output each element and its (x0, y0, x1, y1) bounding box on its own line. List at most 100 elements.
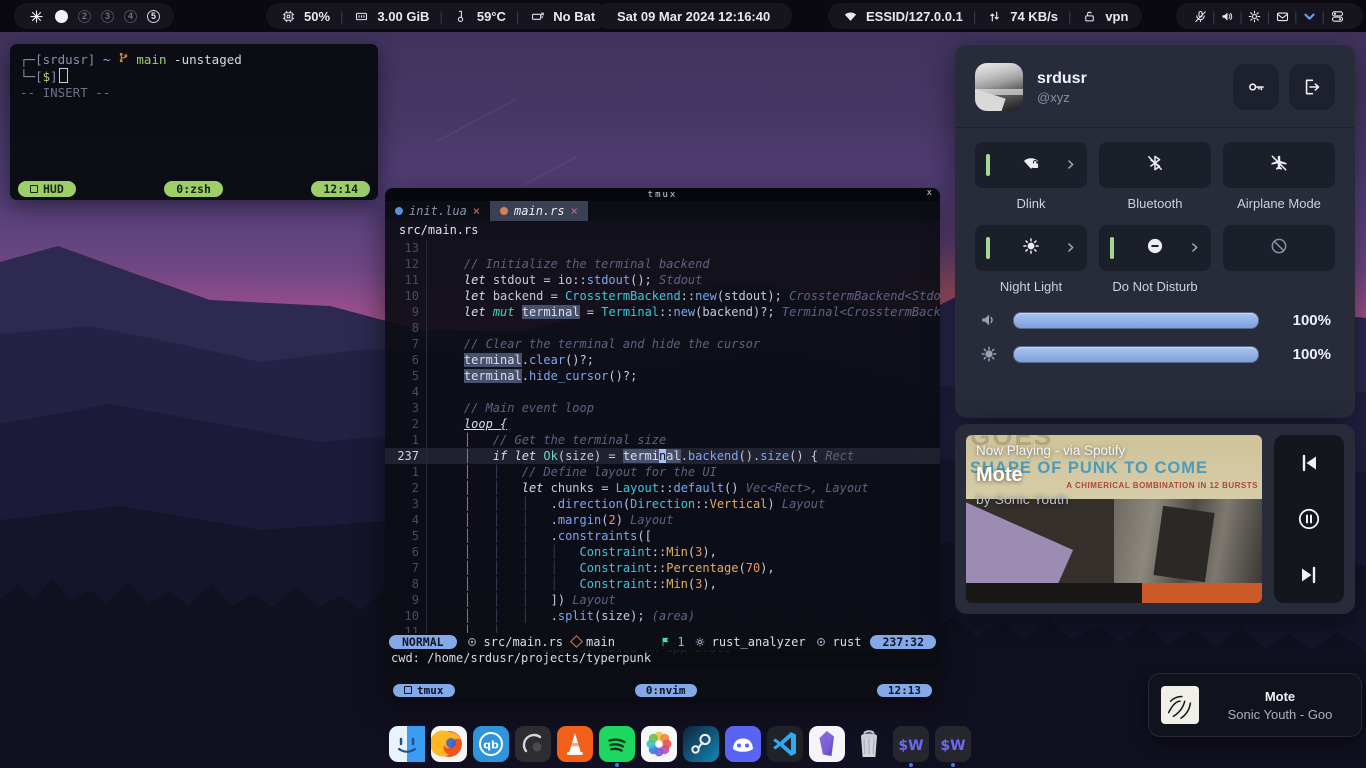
essid: ESSID/127.0.0.1 (866, 9, 963, 24)
clock-island[interactable]: Sat 09 Mar 2024 12:16:40 (595, 3, 792, 29)
dock-item-file-manager[interactable] (389, 726, 425, 762)
album-art[interactable]: GOES SHAPE OF PUNK TO COME A CHIMERICAL … (966, 435, 1262, 603)
tmux-window-zsh[interactable]: 0:zsh (164, 181, 223, 197)
line-number: 10 (385, 608, 427, 624)
night-light-button[interactable] (975, 225, 1087, 271)
cwd-line: cwd: /home/srdusr/projects/typerpunk (385, 650, 940, 666)
previous-track-button[interactable] (1294, 448, 1324, 478)
user-handle: @xyz (1037, 90, 1087, 105)
line-number: 3 (385, 496, 427, 512)
bluetooth-button[interactable] (1099, 142, 1211, 188)
clock: Sat 09 Mar 2024 12:16:40 (617, 9, 770, 24)
dock-item-vlc[interactable] (557, 726, 593, 762)
tab-close-icon[interactable]: × (571, 204, 578, 218)
code-line: 8 (385, 320, 940, 336)
dlink-button[interactable] (975, 142, 1087, 188)
switcher-icon[interactable] (1327, 8, 1349, 24)
running-indicator (615, 763, 619, 767)
chevron-right-icon[interactable] (1064, 158, 1077, 171)
prompt-path: ~ (103, 52, 111, 67)
sun-icon (1021, 236, 1041, 261)
line-number: 237 (385, 448, 427, 464)
dock-item-obsidian[interactable] (809, 726, 845, 762)
dock-item-photos[interactable] (641, 726, 677, 762)
pause-button[interactable] (1294, 504, 1324, 534)
chevron-down-icon[interactable] (1300, 8, 1320, 24)
tmux-session-name[interactable]: tmux (393, 684, 455, 697)
line-number: 6 (385, 352, 427, 368)
editor-window[interactable]: tmux x init.lua×main.rs× src/main.rs 131… (385, 188, 940, 698)
volume-icon[interactable] (1217, 8, 1237, 24)
cpu-icon (280, 8, 296, 24)
line-number: 1 (385, 464, 427, 480)
dock-item-app-sw-2[interactable]: $W (935, 726, 971, 762)
chevron-right-icon[interactable] (1064, 241, 1077, 254)
workspace-4[interactable]: 4 (124, 10, 137, 23)
network-island[interactable]: ESSID/127.0.0.1 | 74 KB/s | vpn (828, 3, 1142, 29)
brightness-slider[interactable] (1013, 346, 1259, 363)
active-indicator (986, 154, 990, 176)
tab-main.rs[interactable]: main.rs× (490, 201, 588, 221)
gear-icon[interactable] (1245, 8, 1265, 24)
code-line: 11 let stdout = io::stdout(); Stdout (385, 272, 940, 288)
dock-item-firefox[interactable] (431, 726, 467, 762)
tmux-session-hud[interactable]: HUD (18, 181, 76, 197)
code-text: │ │ │ .constraints([ (427, 528, 652, 544)
dock-item-app-sw-1[interactable]: $W (893, 726, 929, 762)
notification-toast[interactable]: Mote Sonic Youth - Goo (1148, 673, 1362, 737)
lock-keys-button[interactable] (1233, 64, 1279, 110)
next-track-button[interactable] (1294, 560, 1324, 590)
svg-text:$W: $W (940, 738, 965, 754)
dock-item-steam[interactable] (683, 726, 719, 762)
code-text (427, 320, 435, 336)
dock-item-spotify[interactable] (599, 726, 635, 762)
dock-item-mpv[interactable] (515, 726, 551, 762)
code-line: 9 let mut terminal = Terminal::new(backe… (385, 304, 940, 320)
dock-item-trash[interactable] (851, 726, 887, 762)
window-titlebar[interactable]: tmux x (385, 188, 940, 201)
battery-missing-icon (529, 8, 545, 24)
chevron-right-icon[interactable] (1188, 241, 1201, 254)
code-line: 3 │ │ │ .direction(Direction::Vertical) … (385, 496, 940, 512)
volume-slider[interactable] (1013, 312, 1259, 329)
git-branch-name: main (136, 52, 166, 67)
code-line: 7 // Clear the terminal and hide the cur… (385, 336, 940, 352)
workspace-3[interactable]: 3 (101, 10, 114, 23)
media-player-card: GOES SHAPE OF PUNK TO COME A CHIMERICAL … (955, 424, 1355, 614)
tmux-window-nvim[interactable]: 0:nvim (635, 684, 697, 697)
workspace-1[interactable] (55, 10, 68, 23)
blocked-button[interactable] (1223, 225, 1335, 271)
mail-icon[interactable] (1272, 8, 1292, 24)
line-number: 5 (385, 368, 427, 384)
code-line: 10 let backend = CrosstermBackend::new(s… (385, 288, 940, 304)
workspace-5[interactable]: 5 (147, 10, 160, 23)
airplane-mode-button[interactable] (1223, 142, 1335, 188)
toggle-label: Dlink (1017, 196, 1046, 211)
workspace-2[interactable]: 2 (78, 10, 91, 23)
tab-close-icon[interactable]: × (473, 204, 480, 218)
cpu-usage: 50% (304, 9, 330, 24)
statusline-file: src/main.rs (484, 635, 563, 649)
dock-item-discord[interactable] (725, 726, 761, 762)
line-number: 9 (385, 304, 427, 320)
code-area[interactable]: 1312 // Initialize the terminal backend1… (385, 238, 940, 656)
terminal-window[interactable]: ┌─[srdusr] ~ main -unstaged └─[$] -- INS… (10, 44, 378, 200)
code-text: // Clear the terminal and hide the curso… (427, 336, 760, 352)
statusline: NORMAL src/main.rs main 1 rust_analyzer … (385, 633, 940, 650)
blocked-icon (1269, 236, 1289, 261)
star-logo-icon[interactable] (28, 8, 44, 24)
code-line: 9 │ │ │ ]) Layout (385, 592, 940, 608)
toggle-label: Do Not Disturb (1112, 279, 1197, 294)
do-not-disturb-button[interactable] (1099, 225, 1211, 271)
dock-item-vscode[interactable] (767, 726, 803, 762)
tab-init.lua[interactable]: init.lua × (385, 201, 490, 221)
toggle-label: Night Light (1000, 279, 1062, 294)
code-text: │ │ │ │ Constraint::Percentage(70), (427, 560, 775, 576)
close-button[interactable]: x (927, 188, 932, 198)
dnd-icon (1145, 236, 1165, 261)
tab-label: init.lua (409, 204, 467, 218)
code-line: 4 (385, 384, 940, 400)
logout-button[interactable] (1289, 64, 1335, 110)
dock-item-qutebrowser[interactable]: qb (473, 726, 509, 762)
mic-off-icon[interactable] (1190, 8, 1210, 24)
